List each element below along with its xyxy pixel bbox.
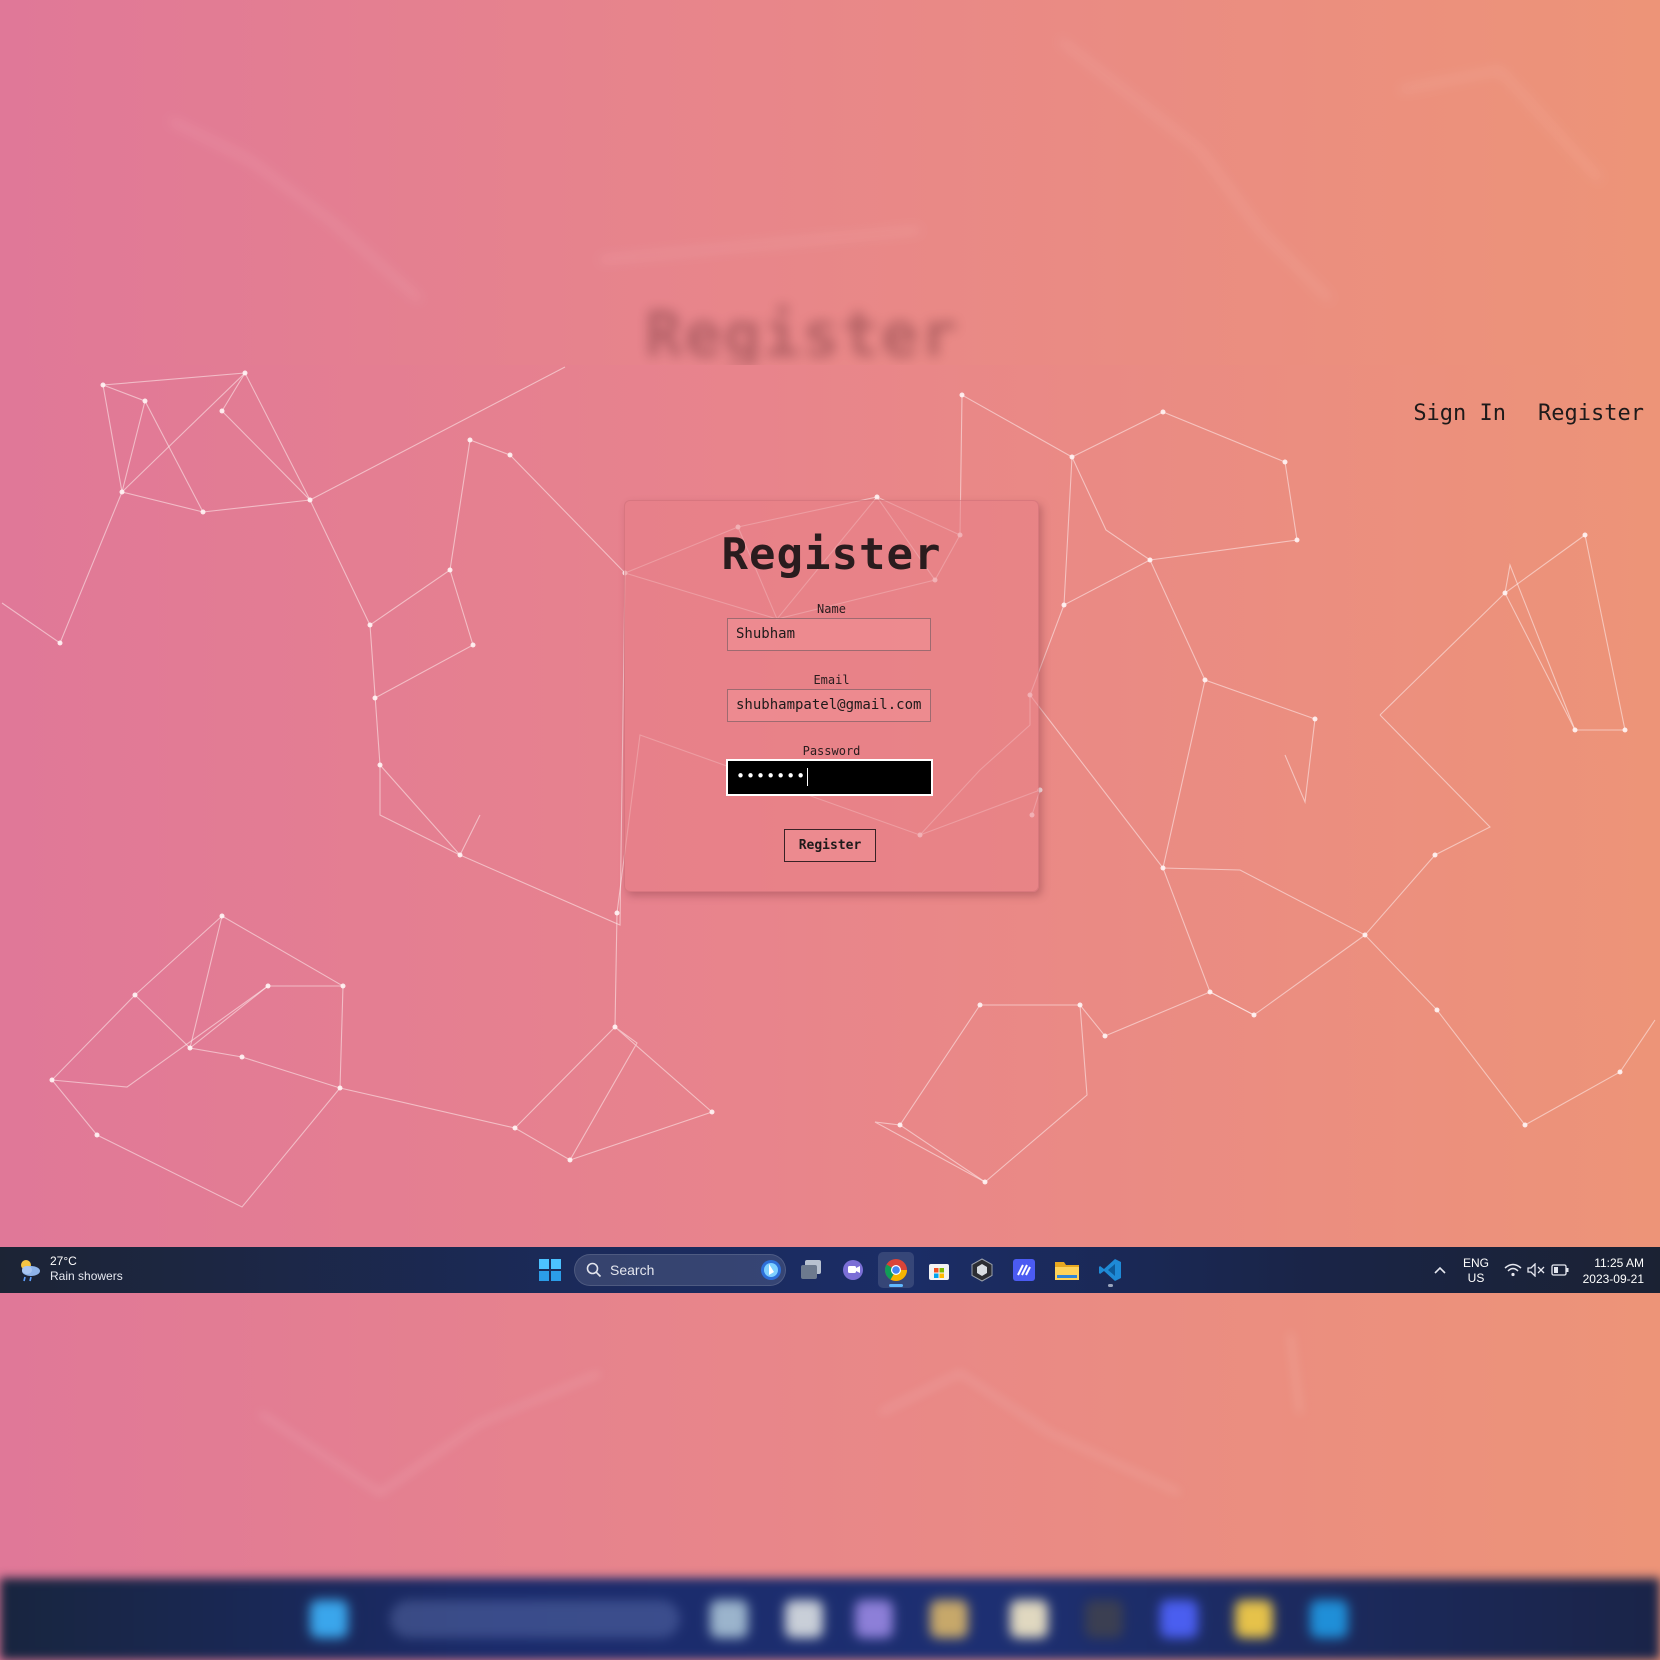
- password-field[interactable]: •••••••: [726, 759, 933, 796]
- password-label: Password: [802, 744, 861, 758]
- nav-sign-in-link[interactable]: Sign In: [1413, 401, 1506, 426]
- register-button[interactable]: Register: [784, 829, 876, 862]
- vscode-icon[interactable]: [1092, 1252, 1128, 1288]
- bing-icon: [761, 1260, 781, 1280]
- rain-cloud-icon: [21, 1260, 40, 1282]
- top-nav: Sign In Register: [1413, 401, 1644, 426]
- register-card: Register Name Shubham Email shubhampatel…: [624, 500, 1039, 892]
- visual-studio-icon[interactable]: [1006, 1252, 1042, 1288]
- text-caret: [807, 767, 809, 786]
- clock-date: 2023-09-21: [1582, 1272, 1644, 1286]
- microsoft-store-icon[interactable]: [921, 1252, 957, 1288]
- blurred-taskbar: [0, 1578, 1660, 1660]
- language-code: ENG: [1463, 1256, 1490, 1270]
- file-explorer-icon[interactable]: [1049, 1252, 1085, 1288]
- nav-register-link[interactable]: Register: [1538, 401, 1644, 426]
- windows-start-icon[interactable]: [532, 1252, 568, 1288]
- task-view-icon[interactable]: [793, 1252, 829, 1288]
- clock-time: 11:25 AM: [1594, 1256, 1644, 1270]
- speaker-muted-icon[interactable]: [1527, 1263, 1545, 1277]
- battery-icon[interactable]: [1551, 1264, 1569, 1276]
- weather-temperature: 27°C: [50, 1254, 77, 1268]
- windows-taskbar: 27°C Rain showers Search ENG US 11:25 AM…: [0, 1247, 1660, 1293]
- web-page: Sign In Register Register Name Shubham E…: [0, 365, 1660, 1247]
- weather-widget[interactable]: 27°C Rain showers: [16, 1254, 123, 1284]
- search-placeholder: Search: [610, 1262, 655, 1278]
- open-app-indicator: [1108, 1284, 1113, 1287]
- email-label: Email: [813, 673, 850, 687]
- search-icon: [586, 1262, 602, 1278]
- weather-condition: Rain showers: [50, 1269, 123, 1283]
- desktop-screen: Sign In Register Register Name Shubham E…: [0, 365, 1660, 1293]
- chevron-up-icon[interactable]: [1433, 1265, 1447, 1275]
- blurred-top-band: Register: [0, 0, 1660, 365]
- name-label: Name: [817, 602, 846, 616]
- email-field[interactable]: shubhampatel@gmail.com: [727, 689, 931, 722]
- language-indicator[interactable]: ENG US: [1463, 1256, 1489, 1286]
- wifi-icon[interactable]: [1504, 1263, 1522, 1277]
- register-title: Register: [721, 529, 942, 580]
- active-app-indicator: [889, 1284, 903, 1287]
- name-field[interactable]: Shubham: [727, 618, 931, 651]
- region-code: US: [1467, 1271, 1485, 1285]
- system-clock[interactable]: 11:25 AM 2023-09-21: [1583, 1255, 1644, 1287]
- unity-icon[interactable]: [964, 1252, 1000, 1288]
- blurred-register-title: Register: [645, 298, 960, 365]
- password-value: •••••••: [736, 767, 807, 785]
- chrome-icon[interactable]: [878, 1252, 914, 1288]
- taskbar-search-box[interactable]: Search: [574, 1254, 786, 1286]
- teams-chat-icon[interactable]: [835, 1252, 871, 1288]
